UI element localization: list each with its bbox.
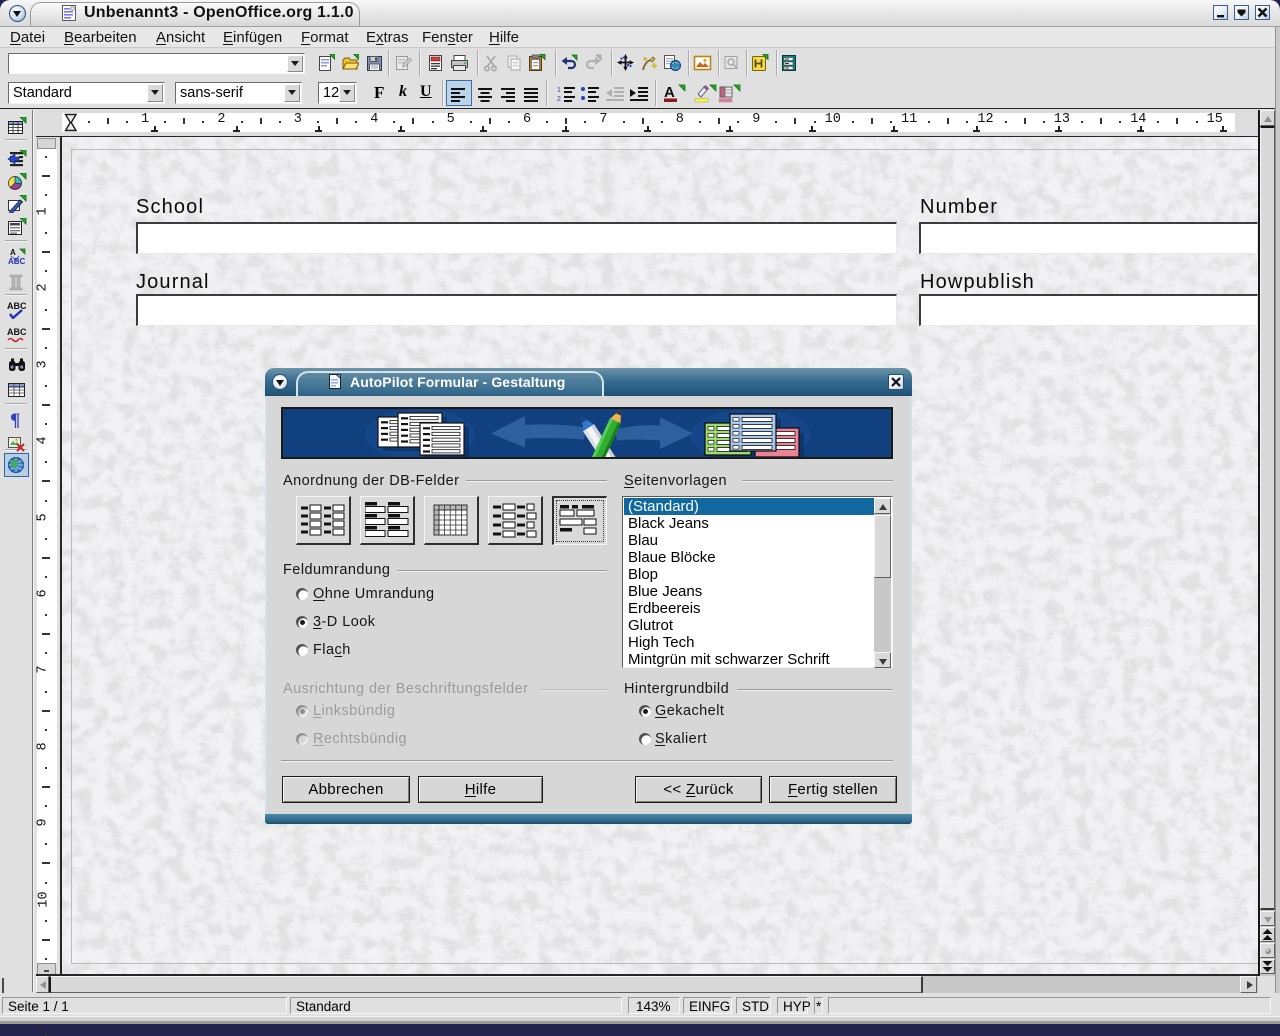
svg-text:A: A: [10, 248, 16, 257]
svg-text:2: 2: [557, 96, 561, 103]
svg-text:A: A: [664, 84, 675, 101]
svg-text:¶: ¶: [10, 410, 20, 428]
svg-text:ABC: ABC: [7, 301, 27, 311]
svg-text:ABC: ABC: [7, 327, 27, 337]
svg-text:1: 1: [557, 87, 561, 94]
